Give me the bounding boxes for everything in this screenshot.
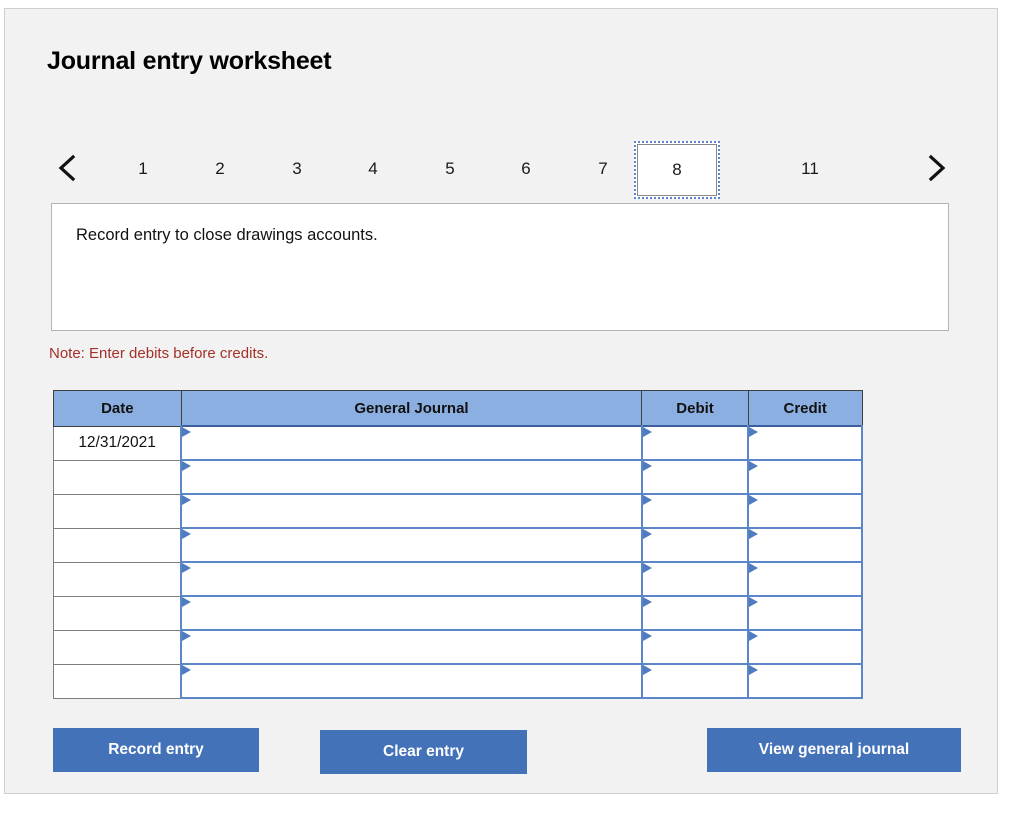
date-cell[interactable]	[53, 562, 182, 597]
table-row	[53, 562, 863, 597]
column-header-general-journal: General Journal	[180, 390, 643, 427]
credit-cell[interactable]	[747, 664, 863, 699]
table-row	[53, 528, 863, 563]
pager-tab-1[interactable]: 1	[110, 151, 176, 187]
credit-cell[interactable]	[747, 562, 863, 597]
view-general-journal-button[interactable]: View general journal	[707, 728, 961, 772]
journal-entry-worksheet-card: Journal entry worksheet 1 2 3 4 5 6 7 8 …	[4, 8, 998, 794]
clear-entry-button[interactable]: Clear entry	[320, 730, 527, 774]
debit-cell[interactable]	[640, 630, 750, 665]
debit-cell[interactable]	[640, 596, 750, 631]
general-journal-body: 12/31/2021	[53, 425, 863, 699]
dropdown-marker-icon	[642, 529, 652, 539]
date-cell[interactable]	[53, 460, 182, 495]
chevron-right-icon	[926, 153, 948, 183]
debit-cell[interactable]	[640, 528, 750, 563]
pager-tab-8[interactable]: 8	[634, 141, 720, 199]
general-journal-cell[interactable]	[180, 562, 643, 597]
page-title: Journal entry worksheet	[47, 47, 332, 75]
pager-tab-7[interactable]: 7	[570, 151, 636, 187]
date-cell[interactable]: 12/31/2021	[53, 425, 182, 461]
credit-cell[interactable]	[747, 425, 863, 461]
credit-cell[interactable]	[747, 494, 863, 529]
entry-description-text: Record entry to close drawings accounts.	[76, 226, 378, 244]
dropdown-marker-icon	[182, 563, 192, 573]
general-journal-cell[interactable]	[180, 630, 643, 665]
dropdown-marker-icon	[182, 495, 192, 505]
dropdown-marker-icon	[182, 631, 192, 641]
column-header-debit: Debit	[641, 390, 749, 427]
pager-tab-2[interactable]: 2	[187, 151, 253, 187]
debit-cell[interactable]	[640, 425, 750, 461]
date-cell[interactable]	[53, 528, 182, 563]
date-cell[interactable]	[53, 664, 182, 699]
general-journal-cell[interactable]	[180, 528, 643, 563]
debits-before-credits-note: Note: Enter debits before credits.	[49, 345, 269, 362]
dropdown-marker-icon	[749, 665, 759, 675]
debit-cell[interactable]	[640, 664, 750, 699]
table-row	[53, 630, 863, 665]
entry-description-box: Record entry to close drawings accounts.	[51, 203, 949, 331]
table-row: 12/31/2021	[53, 425, 863, 461]
table-row	[53, 596, 863, 631]
credit-cell[interactable]	[747, 596, 863, 631]
general-journal-cell[interactable]	[180, 494, 643, 529]
worksheet-pager: 1 2 3 4 5 6 7 8 11	[47, 137, 957, 203]
dropdown-marker-icon	[749, 631, 759, 641]
general-journal-cell[interactable]	[180, 425, 643, 461]
pager-previous-button[interactable]	[47, 137, 87, 199]
pager-tab-4[interactable]: 4	[340, 151, 406, 187]
dropdown-marker-icon	[642, 631, 652, 641]
general-journal-cell[interactable]	[180, 460, 643, 495]
dropdown-marker-icon	[642, 597, 652, 607]
column-header-date: Date	[53, 390, 182, 427]
dropdown-marker-icon	[642, 427, 652, 437]
dropdown-marker-icon	[182, 597, 192, 607]
date-cell[interactable]	[53, 596, 182, 631]
debit-cell[interactable]	[640, 460, 750, 495]
dropdown-marker-icon	[182, 529, 192, 539]
debit-cell[interactable]	[640, 562, 750, 597]
pager-tab-11[interactable]: 11	[777, 151, 843, 187]
dropdown-marker-icon	[182, 665, 192, 675]
credit-cell[interactable]	[747, 630, 863, 665]
table-row	[53, 664, 863, 699]
dropdown-marker-icon	[642, 461, 652, 471]
chevron-left-icon	[56, 153, 78, 183]
table-header-row: Date General Journal Debit Credit	[53, 390, 863, 427]
dropdown-marker-icon	[182, 461, 192, 471]
dropdown-marker-icon	[749, 597, 759, 607]
table-row	[53, 460, 863, 495]
credit-cell[interactable]	[747, 528, 863, 563]
pager-next-button[interactable]	[917, 137, 957, 199]
dropdown-marker-icon	[182, 427, 192, 437]
dropdown-marker-icon	[749, 427, 759, 437]
pager-tab-6[interactable]: 6	[493, 151, 559, 187]
credit-cell[interactable]	[747, 460, 863, 495]
date-cell[interactable]	[53, 630, 182, 665]
column-header-credit: Credit	[747, 390, 863, 427]
general-journal-table: Date General Journal Debit Credit 12/31/…	[53, 390, 863, 699]
dropdown-marker-icon	[642, 495, 652, 505]
dropdown-marker-icon	[749, 461, 759, 471]
record-entry-button[interactable]: Record entry	[53, 728, 259, 772]
table-row	[53, 494, 863, 529]
pager-tab-5[interactable]: 5	[417, 151, 483, 187]
general-journal-cell[interactable]	[180, 596, 643, 631]
general-journal-cell[interactable]	[180, 664, 643, 699]
date-cell[interactable]	[53, 494, 182, 529]
dropdown-marker-icon	[749, 563, 759, 573]
dropdown-marker-icon	[642, 665, 652, 675]
debit-cell[interactable]	[640, 494, 750, 529]
dropdown-marker-icon	[749, 529, 759, 539]
pager-tab-3[interactable]: 3	[264, 151, 330, 187]
dropdown-marker-icon	[749, 495, 759, 505]
dropdown-marker-icon	[642, 563, 652, 573]
